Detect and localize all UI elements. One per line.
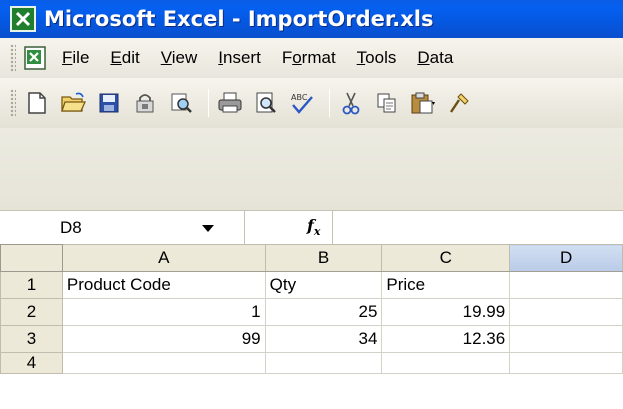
search-icon[interactable] (166, 88, 196, 118)
menu-edit[interactable]: Edit (110, 48, 139, 68)
paste-icon[interactable] (408, 88, 438, 118)
cell-a1[interactable]: Product Code (61, 271, 266, 299)
column-header-b[interactable]: B (264, 244, 383, 272)
toolbar-grip[interactable] (10, 44, 16, 72)
print-icon[interactable] (215, 88, 245, 118)
standard-toolbar: ABC (0, 78, 623, 128)
cell-d4[interactable] (509, 352, 623, 374)
cell-b2[interactable]: 25 (264, 298, 383, 326)
cell-c2[interactable]: 19.99 (381, 298, 511, 326)
title-bar: Microsoft Excel - ImportOrder.xls (0, 0, 623, 38)
table-row: 1 Product Code Qty Price (0, 271, 623, 299)
cell-c4[interactable] (381, 352, 511, 374)
insert-function-icon[interactable]: fx (307, 216, 320, 238)
column-header-d[interactable]: D (509, 244, 623, 272)
cell-a2[interactable]: 1 (61, 298, 266, 326)
row-header[interactable]: 4 (0, 352, 63, 374)
column-header-a[interactable]: A (61, 244, 266, 272)
cut-icon[interactable] (336, 88, 366, 118)
window-title: Microsoft Excel - ImportOrder.xls (44, 7, 434, 31)
cell-a3[interactable]: 99 (61, 325, 266, 353)
menu-insert[interactable]: Insert (218, 48, 261, 68)
svg-text:ABC: ABC (291, 93, 308, 102)
print-preview-icon[interactable] (251, 88, 281, 118)
table-row: 2 1 25 19.99 (0, 298, 623, 326)
new-icon[interactable] (22, 88, 52, 118)
menu-data[interactable]: Data (417, 48, 453, 68)
menu-bar: File Edit View Insert Format Tools Data (0, 38, 623, 78)
spelling-icon[interactable]: ABC (287, 88, 317, 118)
worksheet-grid: A B C D 1 Product Code Qty Price 2 1 25 … (0, 244, 623, 409)
column-header-c[interactable]: C (381, 244, 511, 272)
cell-a4[interactable] (61, 352, 266, 374)
table-row: 4 (0, 352, 623, 374)
workbook-icon[interactable] (22, 45, 48, 71)
cell-b1[interactable]: Qty (264, 271, 383, 299)
excel-icon[interactable] (10, 6, 36, 32)
row-header[interactable]: 3 (0, 325, 63, 353)
cell-c3[interactable]: 12.36 (381, 325, 511, 353)
cell-c1[interactable]: Price (381, 271, 511, 299)
name-box-value[interactable]: D8 (60, 218, 82, 238)
chevron-down-icon[interactable] (202, 224, 214, 232)
menu-format[interactable]: Format (282, 48, 336, 68)
cell-b4[interactable] (264, 352, 383, 374)
toolbar-separator (208, 89, 209, 117)
name-box[interactable]: D8 (0, 210, 245, 245)
row-header[interactable]: 2 (0, 298, 63, 326)
cell-d2[interactable] (509, 298, 623, 326)
format-painter-icon[interactable] (444, 88, 474, 118)
formula-bar: D8 fx (0, 210, 623, 245)
save-icon[interactable] (94, 88, 124, 118)
open-icon[interactable] (58, 88, 88, 118)
menu-file[interactable]: File (62, 48, 89, 68)
cell-d1[interactable] (509, 271, 623, 299)
toolbar-area (0, 128, 623, 210)
menu-tools[interactable]: Tools (357, 48, 397, 68)
toolbar-grip[interactable] (10, 89, 16, 117)
formula-input[interactable] (332, 210, 623, 245)
toolbar-separator (329, 89, 330, 117)
menu-view[interactable]: View (161, 48, 198, 68)
table-row: 3 99 34 12.36 (0, 325, 623, 353)
copy-icon[interactable] (372, 88, 402, 118)
row-header[interactable]: 1 (0, 271, 63, 299)
select-all-corner[interactable] (0, 244, 63, 272)
permission-icon[interactable] (130, 88, 160, 118)
cell-d3[interactable] (509, 325, 623, 353)
cell-b3[interactable]: 34 (264, 325, 383, 353)
